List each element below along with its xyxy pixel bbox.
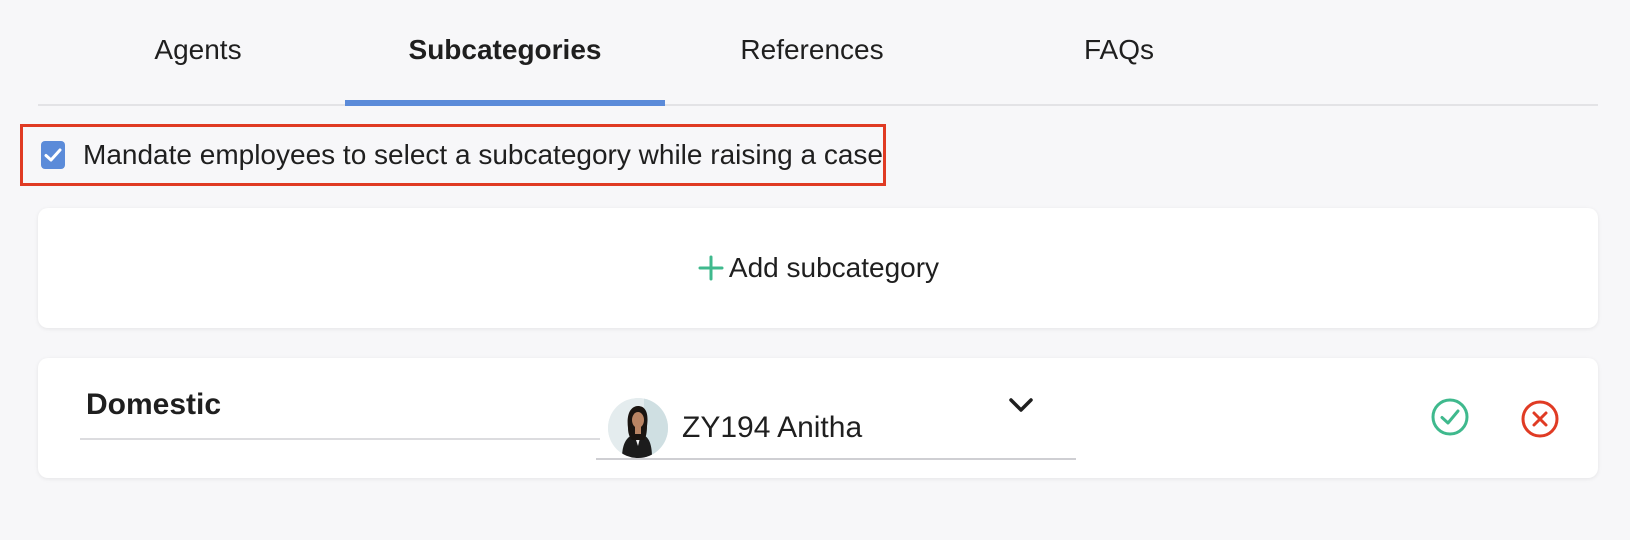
tab-agents[interactable]: Agents (38, 0, 358, 104)
subcategory-name-field[interactable]: Domestic (80, 372, 600, 440)
add-subcategory-label: Add subcategory (728, 252, 940, 283)
close-circle-icon (1521, 400, 1559, 438)
add-subcategory-button[interactable]: Add subcategory (697, 252, 939, 284)
cancel-button[interactable] (1520, 399, 1560, 439)
confirm-button[interactable] (1430, 397, 1470, 437)
tab-references[interactable]: References (652, 0, 972, 104)
mandate-label: Mandate employees to select a subcategor… (83, 139, 883, 170)
add-subcategory-card: Add subcategory (38, 208, 1598, 328)
subcategory-row: Domestic ZY194 Anitha (38, 358, 1598, 478)
chevron-down-icon[interactable] (1006, 390, 1036, 420)
avatar (608, 398, 668, 458)
agent-name: ZY194 Anitha (682, 411, 863, 444)
plus-icon (698, 255, 724, 281)
checkmark-icon (44, 148, 62, 162)
tab-faqs[interactable]: FAQs (959, 0, 1279, 104)
check-circle-icon (1431, 398, 1469, 436)
tab-bar: Agents Subcategories References FAQs (38, 0, 1598, 106)
mandate-checkbox[interactable] (41, 141, 65, 169)
mandate-subcategory-option: Mandate employees to select a subcategor… (20, 124, 886, 186)
tab-subcategories[interactable]: Subcategories (345, 0, 665, 106)
agent-select[interactable]: ZY194 Anitha (596, 398, 1076, 460)
